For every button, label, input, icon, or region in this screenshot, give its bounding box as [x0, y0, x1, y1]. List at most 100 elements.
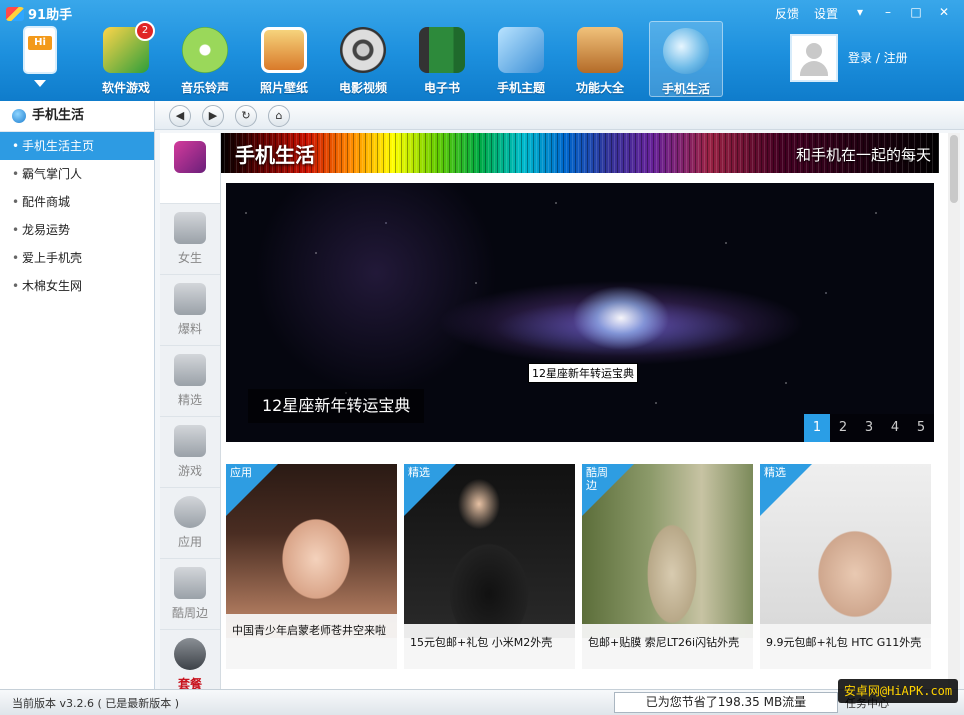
back-arrow-icon[interactable]: ◀ [169, 105, 191, 127]
sidebar-header: 手机生活 [0, 101, 154, 132]
content-header: 手机生活 和手机在一起的每天 [221, 133, 939, 173]
promo-card[interactable]: 酷周边 包邮+贴膜 索尼LT26i闪钻外壳 [582, 464, 753, 669]
nav-label: 音乐铃声 [180, 81, 229, 95]
avatar[interactable] [790, 34, 838, 82]
category-news[interactable]: 爆料 [160, 275, 220, 346]
sidebar-item-girls-site[interactable]: 木棉女生网 [0, 272, 154, 300]
top-toolbar: 91助手 反馈 设置 ▾ – □ ✕ Hi 2 软件游戏 音乐铃声 照片壁纸 电… [0, 0, 964, 101]
traffic-saved-box: 已为您节省了198.35 MB流量 [614, 692, 838, 713]
menu-dropdown-icon[interactable]: ▾ [851, 4, 869, 20]
carousel-page[interactable]: 3 [856, 414, 882, 442]
sidebar-item-home[interactable]: 手机生活主页 [0, 132, 154, 160]
category-accessories[interactable]: 酷周边 [160, 559, 220, 630]
nav-phone-life[interactable]: 手机生活 [649, 21, 723, 97]
nav-phone-themes[interactable]: 手机主题 [485, 21, 557, 95]
main-content: 手机生活 和手机在一起的每天 12星座新年转运宝典 12星座新年转运宝典 1 2… [221, 133, 948, 689]
app-logo-icon [6, 6, 24, 21]
version-number: v3.2.6 [59, 697, 95, 710]
music-cd-icon [182, 27, 228, 73]
category-apps[interactable]: 应用 [160, 488, 220, 559]
category-label: 爆料 [177, 322, 202, 336]
version-note: ( 已是最新版本 ) [97, 697, 180, 710]
category-label: 游戏 [177, 464, 202, 478]
app-store-icon [174, 496, 206, 528]
sidebar-item-phone-cases[interactable]: 爱上手机壳 [0, 244, 154, 272]
nav-movies-video[interactable]: 电影视频 [327, 21, 399, 95]
watermark-text: 安卓网@HiAPK.com [838, 679, 958, 703]
card-tag: 精选 [764, 466, 786, 479]
nav-music-ringtones[interactable]: 音乐铃声 [169, 21, 241, 95]
promo-card[interactable]: 应用 中国青少年启蒙老师苍井空来啦 [226, 464, 397, 669]
version-info: 当前版本 v3.2.6 ( 已是最新版本 ) [12, 695, 179, 711]
toolbox-icon [577, 27, 623, 73]
carousel-page[interactable]: 1 [804, 414, 830, 442]
category-label: 应用 [177, 535, 202, 549]
nav-photo-wallpaper[interactable]: 照片壁纸 [248, 21, 320, 95]
category-games[interactable]: 游戏 [160, 417, 220, 488]
settings-link[interactable]: 设置 [814, 5, 838, 22]
vertical-scrollbar[interactable] [948, 133, 960, 689]
refresh-icon[interactable]: ↻ [235, 105, 257, 127]
carousel-page[interactable]: 4 [882, 414, 908, 442]
gamepad-icon [174, 425, 206, 457]
high-heel-icon [174, 212, 206, 244]
app-title-text: 91助手 [28, 8, 73, 23]
device-button[interactable]: Hi [10, 24, 70, 94]
nav-label: 软件游戏 [101, 81, 150, 95]
nav-ebooks[interactable]: 电子书 [406, 21, 478, 95]
home-icon[interactable]: ⌂ [268, 105, 290, 127]
sidebar-item-fortune[interactable]: 龙易运势 [0, 216, 154, 244]
scrollbar-thumb[interactable] [950, 135, 958, 203]
content-slogan: 和手机在一起的每天 [795, 146, 931, 164]
close-icon[interactable]: ✕ [935, 4, 953, 20]
nav-label: 电子书 [423, 81, 460, 95]
nav-label: 手机主题 [496, 81, 545, 95]
version-label: 当前版本 [12, 697, 56, 710]
nav-label: 手机生活 [661, 82, 710, 96]
maximize-icon[interactable]: □ [907, 4, 925, 20]
card-caption: 9.9元包邮+礼包 HTC G11外壳 [760, 624, 931, 669]
carousel-pager: 1 2 3 4 5 [804, 414, 934, 442]
card-caption: 15元包邮+礼包 小米M2外壳 [404, 624, 575, 669]
card-tag: 应用 [230, 466, 252, 479]
notification-badge: 2 [135, 21, 155, 41]
nav-software-games[interactable]: 2 软件游戏 [90, 21, 162, 95]
phone-icon [174, 141, 206, 173]
banner-carousel[interactable]: 12星座新年转运宝典 12星座新年转运宝典 1 2 3 4 5 [226, 183, 934, 442]
carousel-page[interactable]: 5 [908, 414, 934, 442]
globe-icon [12, 109, 26, 123]
sidebar-item-accessory-mall[interactable]: 配件商城 [0, 188, 154, 216]
nav-label: 功能大全 [575, 81, 624, 95]
palette-icon [498, 27, 544, 73]
category-label: 精选 [177, 393, 202, 407]
nav-label: 照片壁纸 [259, 81, 308, 95]
content-title: 手机生活 [235, 143, 315, 167]
sidebar-title: 手机生活 [32, 108, 85, 123]
banner-tooltip: 12星座新年转运宝典 [528, 363, 638, 383]
nav-label: 电影视频 [338, 81, 387, 95]
hi-phone-icon: Hi [23, 26, 57, 74]
joystick-icon: 2 [103, 21, 155, 73]
banner-caption[interactable]: 12星座新年转运宝典 [248, 389, 425, 423]
category-girls[interactable]: 女生 [160, 204, 220, 275]
feedback-link[interactable]: 反馈 [775, 5, 799, 22]
login-register-link[interactable]: 登录 / 注册 [848, 49, 908, 66]
sidebar-item-bosses[interactable]: 霸气掌门人 [0, 160, 154, 188]
forward-arrow-icon[interactable]: ▶ [202, 105, 224, 127]
home-icon [174, 638, 206, 670]
minimize-icon[interactable]: – [879, 4, 897, 20]
category-phone[interactable] [160, 133, 220, 204]
promo-card[interactable]: 精选 9.9元包邮+礼包 HTC G11外壳 [760, 464, 931, 669]
chevron-down-icon[interactable] [34, 80, 46, 87]
browser-toolbar: ◀ ▶ ↻ ⌂ [155, 101, 964, 130]
category-label: 女生 [177, 251, 202, 265]
app-title: 91助手 [6, 4, 72, 23]
nav-features[interactable]: 功能大全 [564, 21, 636, 95]
film-reel-icon [340, 27, 386, 73]
carousel-page[interactable]: 2 [830, 414, 856, 442]
category-featured[interactable]: 精选 [160, 346, 220, 417]
promo-card[interactable]: 精选 15元包邮+礼包 小米M2外壳 [404, 464, 575, 669]
gift-icon [174, 567, 206, 599]
microphone-icon [174, 283, 206, 315]
book-icon [419, 27, 465, 73]
